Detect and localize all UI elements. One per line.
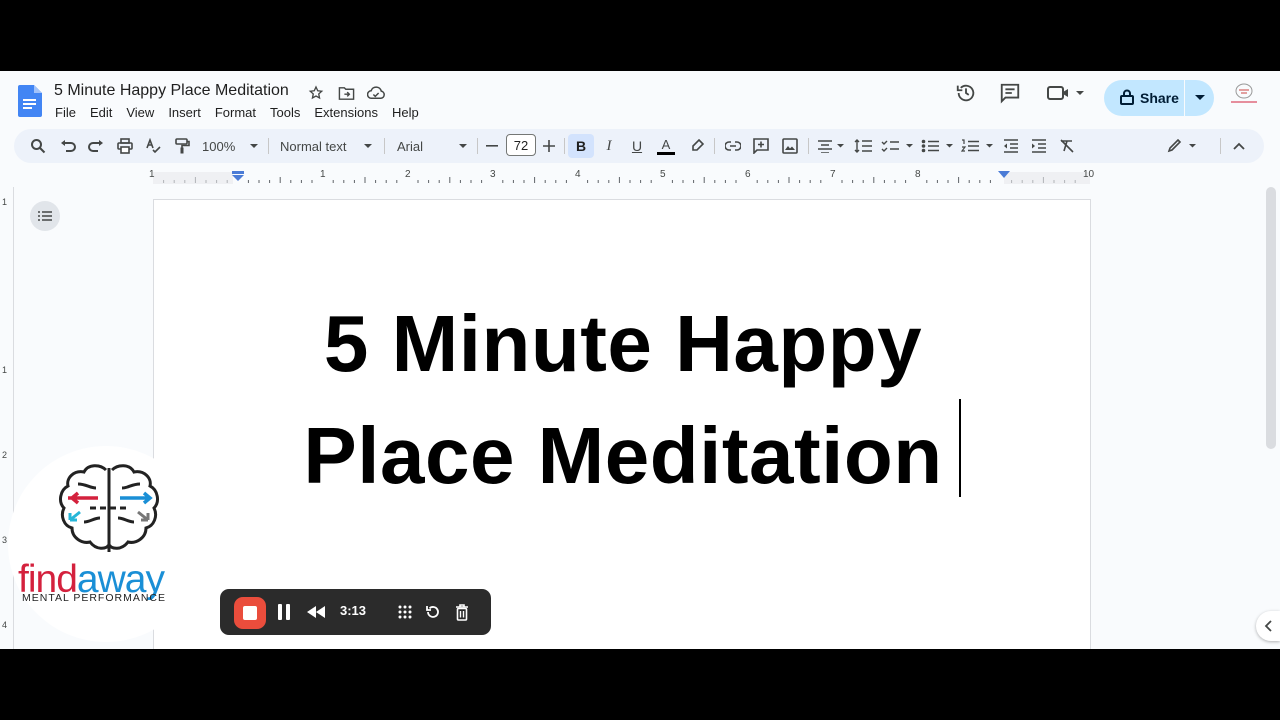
right-indent-marker-icon[interactable] — [998, 171, 1010, 181]
menu-edit[interactable]: Edit — [83, 103, 119, 122]
header: 5 Minute Happy Place Meditation File Edi… — [0, 71, 1280, 127]
zoom-value: 100% — [202, 138, 236, 154]
ruler-number: 4 — [575, 169, 581, 180]
heading-line-1: 5 Minute Happy — [323, 299, 923, 388]
decrease-font-size-icon[interactable] — [484, 134, 500, 158]
vruler-number: 2 — [2, 450, 8, 460]
ruler-number: 2 — [405, 169, 411, 180]
share-dropdown-icon[interactable] — [1185, 95, 1214, 101]
brand-subtitle: MENTAL PERFORMANCE — [22, 592, 167, 604]
vertical-scrollbar[interactable] — [1266, 187, 1276, 449]
ruler-number: 3 — [490, 169, 496, 180]
paint-format-icon[interactable] — [172, 134, 192, 158]
underline-icon[interactable]: U — [626, 134, 648, 158]
increase-font-size-icon[interactable] — [541, 134, 557, 158]
vruler-number: 4 — [2, 620, 8, 630]
findaway-brand-logo: findaway MENTAL PERFORMANCE — [8, 446, 204, 642]
style-dropdown-icon — [364, 143, 372, 148]
style-value: Normal text — [280, 138, 347, 154]
ruler-number: 7 — [830, 169, 836, 180]
cloud-saved-icon[interactable] — [366, 83, 386, 103]
vertical-ruler[interactable]: 1 1 2 3 4 — [0, 187, 14, 649]
zoom-select[interactable]: 100% — [202, 134, 258, 158]
move-folder-icon[interactable] — [336, 83, 356, 103]
font-dropdown-icon — [459, 143, 467, 148]
lock-icon — [1120, 89, 1134, 108]
font-value: Arial — [397, 138, 424, 154]
zoom-dropdown-icon — [250, 143, 258, 148]
left-indent-marker-icon[interactable] — [232, 171, 244, 181]
ruler-number: 1 — [149, 169, 155, 180]
pause-icon[interactable] — [274, 601, 294, 623]
document-title[interactable]: 5 Minute Happy Place Meditation — [54, 82, 289, 100]
bold-icon[interactable]: B — [568, 134, 594, 158]
docs-logo-icon[interactable] — [18, 85, 42, 117]
ruler-number: 6 — [745, 169, 751, 180]
vruler-number: 1 — [2, 197, 8, 207]
comments-icon[interactable] — [998, 81, 1022, 105]
drag-handle-icon[interactable] — [394, 601, 416, 623]
menu-help[interactable]: Help — [385, 103, 426, 122]
menu-insert[interactable]: Insert — [161, 103, 208, 122]
version-history-icon[interactable] — [954, 81, 978, 105]
recording-timer: 3:13 — [340, 603, 367, 618]
insert-comment-icon[interactable] — [750, 134, 772, 158]
side-panel-toggle-icon[interactable] — [1256, 611, 1280, 641]
numbered-list-icon[interactable] — [960, 134, 996, 158]
share-button[interactable]: Share — [1104, 80, 1214, 116]
font-size-input[interactable]: 72 — [506, 134, 536, 156]
document-page[interactable]: 5 Minute Happy Place Meditation — [153, 199, 1091, 649]
share-label: Share — [1140, 90, 1179, 106]
menu-tools[interactable]: Tools — [263, 103, 307, 122]
document-outline-icon[interactable] — [30, 201, 60, 231]
highlight-color-icon[interactable] — [686, 134, 708, 158]
clear-formatting-icon[interactable] — [1056, 134, 1078, 158]
stop-icon — [243, 606, 257, 620]
font-select[interactable]: Arial — [397, 134, 467, 158]
align-icon[interactable] — [816, 134, 846, 158]
increase-indent-icon[interactable] — [1028, 134, 1050, 158]
rewind-icon[interactable] — [304, 601, 328, 623]
stop-recording-button[interactable] — [234, 597, 266, 629]
menu-bar: File Edit View Insert Format Tools Exten… — [48, 103, 426, 122]
document-heading[interactable]: 5 Minute Happy Place Meditation — [154, 288, 1092, 512]
text-color-icon[interactable]: A — [654, 134, 678, 158]
italic-icon[interactable]: I — [598, 134, 620, 158]
insert-image-icon[interactable] — [779, 134, 801, 158]
ruler-number: 1 — [320, 169, 326, 180]
restart-icon[interactable] — [422, 601, 444, 623]
spellcheck-icon[interactable] — [143, 134, 163, 158]
menu-extensions[interactable]: Extensions — [307, 103, 385, 122]
redo-icon[interactable] — [86, 134, 106, 158]
menu-view[interactable]: View — [119, 103, 161, 122]
ruler-number: 5 — [660, 169, 666, 180]
vruler-number: 1 — [2, 365, 8, 375]
formatting-toolbar: 100% Normal text Arial 72 B I U A — [14, 129, 1264, 163]
account-avatar[interactable] — [1228, 83, 1260, 111]
bulleted-list-icon[interactable] — [920, 134, 956, 158]
horizontal-ruler[interactable]: 1 1 2 3 4 5 6 7 8 10 — [0, 169, 1280, 187]
editing-mode-icon[interactable] — [1166, 134, 1200, 158]
ruler-number: 10 — [1083, 169, 1095, 180]
star-icon[interactable] — [306, 83, 326, 103]
search-menus-icon[interactable] — [28, 134, 48, 158]
checklist-icon[interactable] — [880, 134, 916, 158]
meet-button[interactable] — [1046, 81, 1086, 105]
style-select[interactable]: Normal text — [280, 134, 372, 158]
screen-recorder-bar: 3:13 — [220, 589, 491, 635]
hide-menus-icon[interactable] — [1228, 134, 1250, 158]
brain-logo-icon — [59, 464, 159, 552]
text-cursor — [959, 399, 961, 497]
delete-icon[interactable] — [451, 601, 473, 623]
menu-file[interactable]: File — [48, 103, 83, 122]
undo-icon[interactable] — [58, 134, 78, 158]
decrease-indent-icon[interactable] — [1000, 134, 1022, 158]
line-spacing-icon[interactable] — [852, 134, 874, 158]
insert-link-icon[interactable] — [722, 134, 744, 158]
ruler-number: 8 — [915, 169, 921, 180]
vruler-number: 3 — [2, 535, 8, 545]
heading-line-2: Place Meditation — [303, 411, 943, 500]
menu-format[interactable]: Format — [208, 103, 263, 122]
print-icon[interactable] — [115, 134, 135, 158]
